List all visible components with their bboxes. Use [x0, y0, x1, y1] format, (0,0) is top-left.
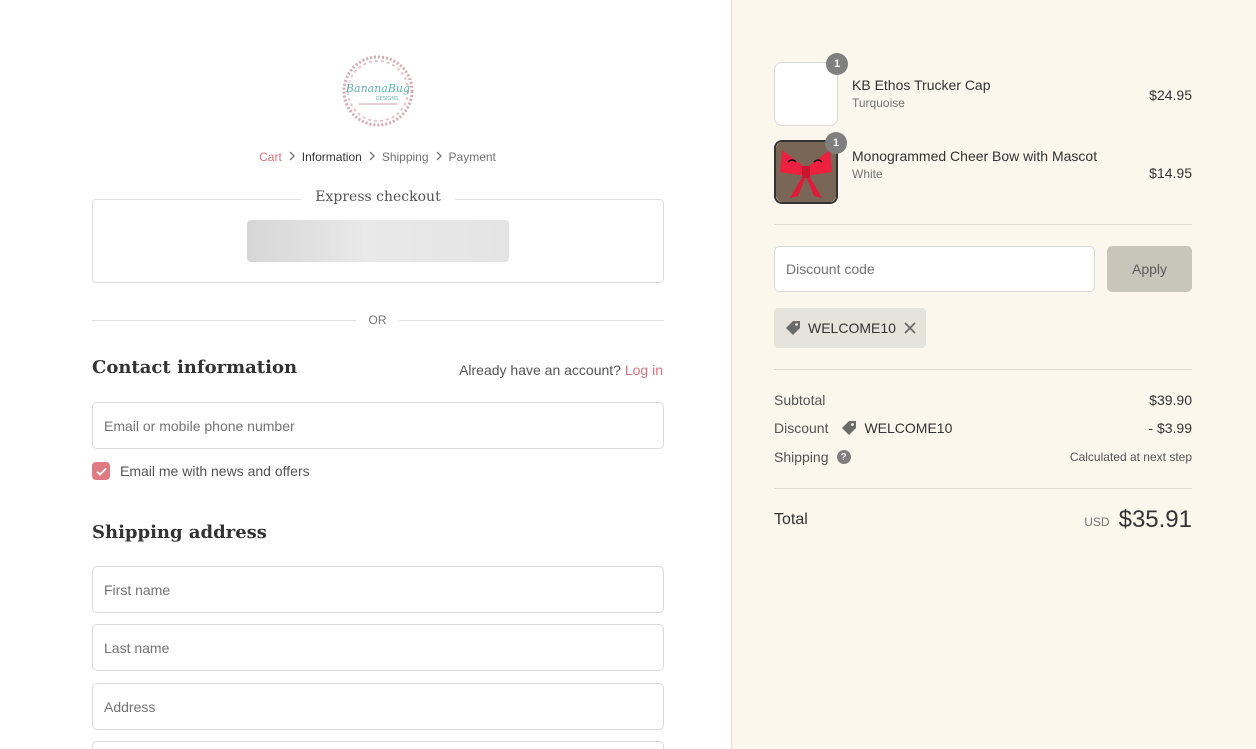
product-name: KB Ethos Trucker Cap — [852, 77, 991, 93]
account-prompt: Already have an account? Log in — [459, 362, 663, 378]
checkmark-icon — [95, 467, 107, 476]
subtotal-label: Subtotal — [774, 392, 826, 408]
logo-brand-sub: DESIGNS — [376, 96, 398, 102]
account-prompt-text: Already have an account? — [459, 362, 621, 378]
express-checkout-box: Express checkout — [92, 189, 664, 283]
shipping-row: Shipping ? Calculated at next step — [774, 449, 1192, 465]
login-link[interactable]: Log in — [625, 362, 663, 378]
newsletter-checkbox-row[interactable]: Email me with news and offers — [92, 462, 310, 480]
address-input[interactable] — [93, 684, 663, 729]
last-name-input[interactable] — [93, 625, 663, 670]
checkout-page: BananaBug DESIGNS Cart Information Shipp… — [0, 0, 1256, 749]
chevron-right-icon — [282, 150, 302, 164]
last-name-field[interactable] — [92, 624, 664, 671]
or-divider: OR — [92, 313, 664, 327]
shipping-label: Shipping — [774, 449, 829, 465]
cart-item: 1 Monogrammed Cheer Bow with Mascot Whit… — [774, 132, 1192, 204]
email-input[interactable] — [93, 403, 663, 448]
product-name: Monogrammed Cheer Bow with Mascot — [852, 148, 1098, 164]
product-price: $14.95 — [1149, 165, 1192, 181]
express-checkout-title: Express checkout — [301, 189, 455, 205]
store-logo[interactable]: BananaBug DESIGNS — [337, 50, 419, 132]
subtotal-value: $39.90 — [1149, 392, 1192, 408]
logo-brand-text: BananaBug — [345, 82, 410, 95]
checkout-main: BananaBug DESIGNS Cart Information Shipp… — [0, 0, 731, 749]
discount-value: - $3.99 — [1148, 420, 1192, 436]
subtotal-row: Subtotal $39.90 — [774, 392, 1192, 408]
quantity-badge: 1 — [826, 53, 848, 75]
next-field-partial[interactable] — [92, 741, 664, 749]
currency-code: USD — [1084, 515, 1110, 529]
summary-divider — [774, 224, 1192, 225]
summary-divider — [774, 369, 1192, 370]
apply-discount-button[interactable]: Apply — [1107, 246, 1192, 292]
total-label: Total — [774, 511, 808, 528]
discount-row: Discount WELCOME10 - $3.99 — [774, 419, 1192, 437]
applied-discount-code: WELCOME10 — [808, 320, 896, 336]
quantity-badge: 1 — [825, 132, 847, 154]
product-price: $24.95 — [1149, 87, 1192, 103]
discount-field[interactable] — [774, 246, 1095, 292]
breadcrumb-shipping: Shipping — [381, 150, 429, 164]
breadcrumb: Cart Information Shipping Payment — [0, 150, 755, 164]
price-tag-icon — [842, 421, 857, 435]
product-variant: White — [852, 167, 883, 181]
cheer-bow-image — [776, 142, 836, 202]
discount-code-input[interactable] — [775, 247, 1094, 291]
product-variant: Turquoise — [852, 96, 905, 110]
chevron-right-icon — [362, 150, 382, 164]
product-thumbnail: 1 — [774, 132, 847, 204]
shipping-value: Calculated at next step — [1069, 450, 1192, 464]
first-name-field[interactable] — [92, 566, 664, 613]
price-tag-icon — [786, 321, 800, 335]
email-field[interactable] — [92, 402, 664, 449]
summary-discount-code: WELCOME10 — [864, 420, 953, 436]
total-row: Total USD $35.91 — [774, 506, 1192, 534]
breadcrumb-payment: Payment — [448, 150, 496, 164]
chevron-right-icon — [429, 150, 449, 164]
address-field[interactable] — [92, 683, 664, 730]
logo-wreath-icon: BananaBug DESIGNS — [342, 55, 414, 127]
product-thumbnail: 1 — [774, 53, 848, 126]
discount-label: Discount — [774, 420, 829, 436]
contact-information-title: Contact information — [92, 357, 298, 378]
express-payment-button[interactable] — [247, 220, 509, 262]
newsletter-checkbox[interactable] — [92, 462, 110, 480]
help-icon[interactable]: ? — [836, 450, 851, 464]
summary-divider — [774, 488, 1192, 489]
newsletter-label: Email me with news and offers — [120, 463, 310, 479]
breadcrumb-information: Information — [301, 150, 362, 164]
first-name-input[interactable] — [93, 567, 663, 612]
total-value: $35.91 — [1118, 506, 1192, 533]
remove-discount-icon[interactable] — [904, 322, 916, 334]
shipping-address-title: Shipping address — [92, 522, 267, 543]
applied-discount-tag: WELCOME10 — [774, 308, 926, 348]
or-label: OR — [368, 313, 387, 327]
breadcrumb-cart[interactable]: Cart — [259, 150, 282, 164]
cart-item: 1 KB Ethos Trucker Cap Turquoise $24.95 — [774, 53, 1192, 126]
